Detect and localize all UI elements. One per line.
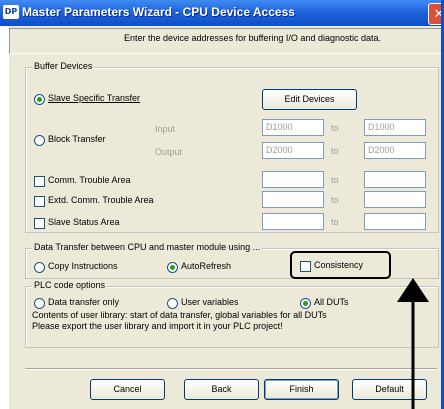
- annotation-arrow-icon: [397, 278, 429, 409]
